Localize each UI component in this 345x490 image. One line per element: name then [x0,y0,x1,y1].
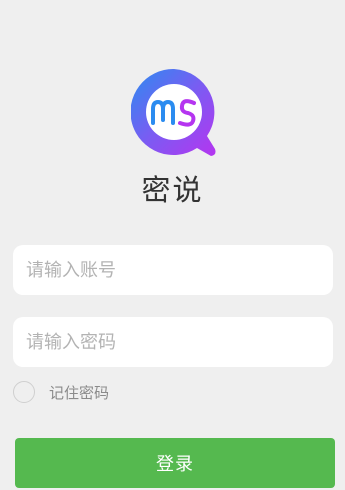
remember-password-row[interactable]: 记住密码 [13,381,109,403]
login-button[interactable]: 登录 [15,438,335,488]
username-input[interactable] [24,258,322,282]
password-input[interactable] [24,330,322,354]
remember-label: 记住密码 [49,383,110,402]
password-field[interactable] [13,317,333,367]
remember-checkbox[interactable] [13,381,35,403]
app-logo-icon [131,69,216,156]
app-name: 密说 [141,173,204,207]
username-field[interactable] [13,245,333,295]
